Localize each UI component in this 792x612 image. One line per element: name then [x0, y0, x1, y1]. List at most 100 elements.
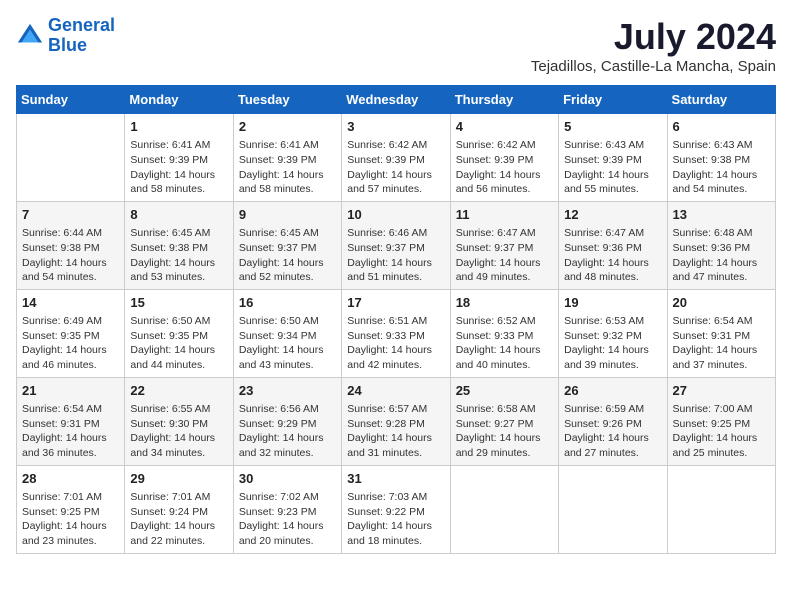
calendar-cell: 17 Sunrise: 6:51 AM Sunset: 9:33 PM Dayli… [342, 289, 450, 377]
calendar-cell: 3 Sunrise: 6:42 AM Sunset: 9:39 PM Daylig… [342, 114, 450, 202]
day-number: 26 [564, 382, 661, 400]
calendar-cell: 18 Sunrise: 6:52 AM Sunset: 9:33 PM Dayli… [450, 289, 558, 377]
calendar-cell: 29Sunrise: 7:01 AM Sunset: 9:24 PM Dayli… [125, 465, 233, 553]
calendar-cell: 5Sunrise: 6:43 AM Sunset: 9:39 PM Daylig… [559, 114, 667, 202]
day-number: 24 [347, 382, 444, 400]
calendar-cell: 24 Sunrise: 6:57 AM Sunset: 9:28 PM Dayli… [342, 377, 450, 465]
calendar-cell: 15 Sunrise: 6:50 AM Sunset: 9:35 PM Dayli… [125, 289, 233, 377]
day-number: 16 [239, 294, 336, 312]
cell-info: Sunrise: 6:43 AM Sunset: 9:38 PM Dayligh… [673, 138, 770, 197]
week-row-3: 14 Sunrise: 6:49 AM Sunset: 9:35 PM Dayli… [17, 289, 776, 377]
logo-icon [16, 22, 44, 50]
week-row-4: 21 Sunrise: 6:54 AM Sunset: 9:31 PM Dayli… [17, 377, 776, 465]
calendar-cell: 16 Sunrise: 6:50 AM Sunset: 9:34 PM Dayli… [233, 289, 341, 377]
calendar-cell [667, 465, 775, 553]
calendar-cell: 19 Sunrise: 6:53 AM Sunset: 9:32 PM Dayli… [559, 289, 667, 377]
cell-info: Sunrise: 7:03 AM Sunset: 9:22 PM Dayligh… [347, 490, 444, 549]
day-header-thursday: Thursday [450, 86, 558, 114]
day-number: 31 [347, 470, 444, 488]
calendar-cell: 12 Sunrise: 6:47 AM Sunset: 9:36 PM Dayli… [559, 201, 667, 289]
day-number: 3 [347, 118, 444, 136]
cell-info: Sunrise: 7:00 AM Sunset: 9:25 PM Dayligh… [673, 402, 770, 461]
calendar-cell: 9Sunrise: 6:45 AM Sunset: 9:37 PM Daylig… [233, 201, 341, 289]
day-number: 14 [22, 294, 119, 312]
calendar-cell: 7Sunrise: 6:44 AM Sunset: 9:38 PM Daylig… [17, 201, 125, 289]
cell-info: Sunrise: 6:56 AM Sunset: 9:29 PM Dayligh… [239, 402, 336, 461]
cell-info: Sunrise: 7:01 AM Sunset: 9:25 PM Dayligh… [22, 490, 119, 549]
day-number: 25 [456, 382, 553, 400]
week-row-5: 28Sunrise: 7:01 AM Sunset: 9:25 PM Dayli… [17, 465, 776, 553]
cell-info: Sunrise: 6:45 AM Sunset: 9:37 PM Dayligh… [239, 226, 336, 285]
cell-info: Sunrise: 6:41 AM Sunset: 9:39 PM Dayligh… [130, 138, 227, 197]
calendar-cell [17, 114, 125, 202]
calendar-cell [559, 465, 667, 553]
day-number: 2 [239, 118, 336, 136]
day-header-friday: Friday [559, 86, 667, 114]
calendar-cell: 25Sunrise: 6:58 AM Sunset: 9:27 PM Dayli… [450, 377, 558, 465]
cell-info: Sunrise: 6:42 AM Sunset: 9:39 PM Dayligh… [347, 138, 444, 197]
day-number: 13 [673, 206, 770, 224]
cell-info: Sunrise: 6:59 AM Sunset: 9:26 PM Dayligh… [564, 402, 661, 461]
calendar-cell: 8 Sunrise: 6:45 AM Sunset: 9:38 PM Daylig… [125, 201, 233, 289]
logo-line1: General [48, 15, 115, 35]
calendar-cell: 31 Sunrise: 7:03 AM Sunset: 9:22 PM Dayli… [342, 465, 450, 553]
cell-info: Sunrise: 6:50 AM Sunset: 9:34 PM Dayligh… [239, 314, 336, 373]
day-number: 22 [130, 382, 227, 400]
calendar-cell: 11Sunrise: 6:47 AM Sunset: 9:37 PM Dayli… [450, 201, 558, 289]
day-number: 17 [347, 294, 444, 312]
calendar-body: 1 Sunrise: 6:41 AM Sunset: 9:39 PM Daylig… [17, 114, 776, 554]
calendar-cell: 23 Sunrise: 6:56 AM Sunset: 9:29 PM Dayli… [233, 377, 341, 465]
cell-info: Sunrise: 6:54 AM Sunset: 9:31 PM Dayligh… [22, 402, 119, 461]
cell-info: Sunrise: 6:57 AM Sunset: 9:28 PM Dayligh… [347, 402, 444, 461]
cell-info: Sunrise: 6:53 AM Sunset: 9:32 PM Dayligh… [564, 314, 661, 373]
cell-info: Sunrise: 6:50 AM Sunset: 9:35 PM Dayligh… [130, 314, 227, 373]
month-title: July 2024 [531, 16, 776, 58]
day-header-saturday: Saturday [667, 86, 775, 114]
logo: General Blue [16, 16, 115, 56]
day-header-monday: Monday [125, 86, 233, 114]
week-row-2: 7Sunrise: 6:44 AM Sunset: 9:38 PM Daylig… [17, 201, 776, 289]
calendar-cell: 6 Sunrise: 6:43 AM Sunset: 9:38 PM Daylig… [667, 114, 775, 202]
day-number: 4 [456, 118, 553, 136]
calendar-cell: 1 Sunrise: 6:41 AM Sunset: 9:39 PM Daylig… [125, 114, 233, 202]
calendar-cell: 10 Sunrise: 6:46 AM Sunset: 9:37 PM Dayli… [342, 201, 450, 289]
day-number: 29 [130, 470, 227, 488]
day-number: 12 [564, 206, 661, 224]
calendar-cell: 30Sunrise: 7:02 AM Sunset: 9:23 PM Dayli… [233, 465, 341, 553]
day-number: 27 [673, 382, 770, 400]
cell-info: Sunrise: 6:55 AM Sunset: 9:30 PM Dayligh… [130, 402, 227, 461]
calendar-cell: 26 Sunrise: 6:59 AM Sunset: 9:26 PM Dayli… [559, 377, 667, 465]
cell-info: Sunrise: 6:52 AM Sunset: 9:33 PM Dayligh… [456, 314, 553, 373]
cell-info: Sunrise: 6:42 AM Sunset: 9:39 PM Dayligh… [456, 138, 553, 197]
day-header-sunday: Sunday [17, 86, 125, 114]
day-number: 6 [673, 118, 770, 136]
day-number: 21 [22, 382, 119, 400]
cell-info: Sunrise: 6:47 AM Sunset: 9:37 PM Dayligh… [456, 226, 553, 285]
calendar-table: SundayMondayTuesdayWednesdayThursdayFrid… [16, 85, 776, 554]
days-header-row: SundayMondayTuesdayWednesdayThursdayFrid… [17, 86, 776, 114]
cell-info: Sunrise: 6:51 AM Sunset: 9:33 PM Dayligh… [347, 314, 444, 373]
day-number: 8 [130, 206, 227, 224]
calendar-cell: 21 Sunrise: 6:54 AM Sunset: 9:31 PM Dayli… [17, 377, 125, 465]
header: General Blue July 2024 Tejadillos, Casti… [16, 16, 776, 75]
day-number: 19 [564, 294, 661, 312]
calendar-cell: 20 Sunrise: 6:54 AM Sunset: 9:31 PM Dayli… [667, 289, 775, 377]
day-header-wednesday: Wednesday [342, 86, 450, 114]
cell-info: Sunrise: 6:46 AM Sunset: 9:37 PM Dayligh… [347, 226, 444, 285]
cell-info: Sunrise: 6:45 AM Sunset: 9:38 PM Dayligh… [130, 226, 227, 285]
day-number: 7 [22, 206, 119, 224]
day-number: 15 [130, 294, 227, 312]
logo-text: General Blue [48, 16, 115, 56]
calendar-cell [450, 465, 558, 553]
day-number: 18 [456, 294, 553, 312]
day-number: 23 [239, 382, 336, 400]
calendar-cell: 28Sunrise: 7:01 AM Sunset: 9:25 PM Dayli… [17, 465, 125, 553]
day-number: 10 [347, 206, 444, 224]
day-number: 1 [130, 118, 227, 136]
week-row-1: 1 Sunrise: 6:41 AM Sunset: 9:39 PM Daylig… [17, 114, 776, 202]
cell-info: Sunrise: 6:49 AM Sunset: 9:35 PM Dayligh… [22, 314, 119, 373]
cell-info: Sunrise: 6:54 AM Sunset: 9:31 PM Dayligh… [673, 314, 770, 373]
cell-info: Sunrise: 6:47 AM Sunset: 9:36 PM Dayligh… [564, 226, 661, 285]
calendar-cell: 27 Sunrise: 7:00 AM Sunset: 9:25 PM Dayli… [667, 377, 775, 465]
day-number: 20 [673, 294, 770, 312]
